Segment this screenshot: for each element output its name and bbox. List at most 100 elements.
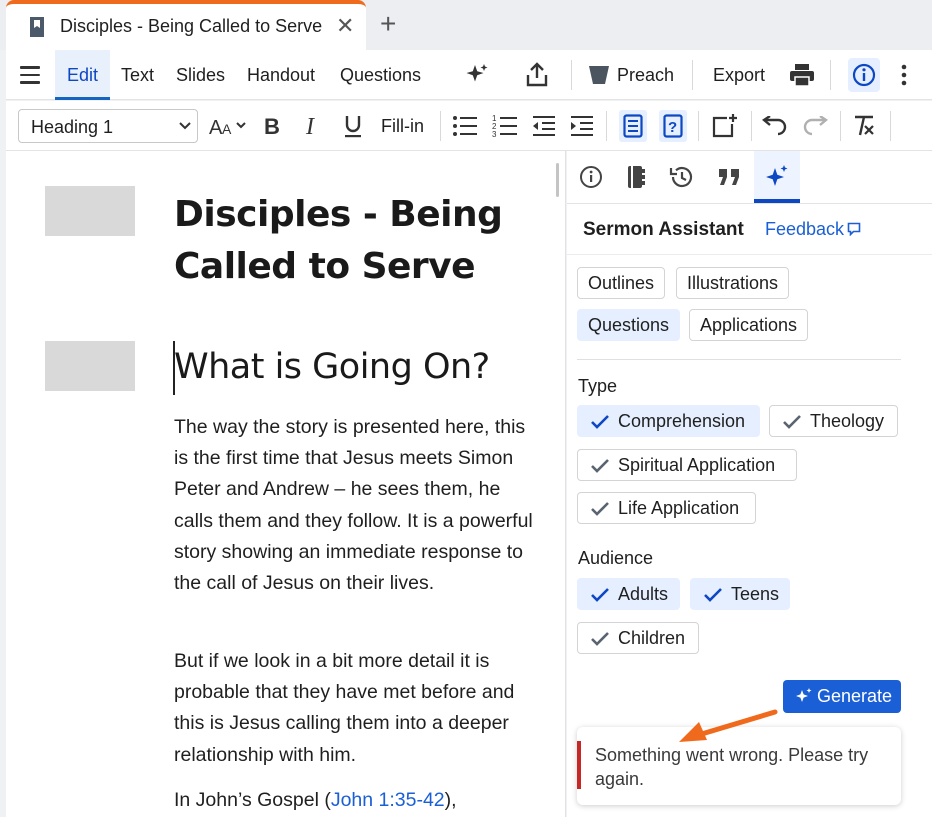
more-vertical-icon[interactable]: [900, 63, 908, 87]
svg-text:B: B: [264, 115, 280, 137]
paragraph-style-value: Heading 1: [31, 117, 114, 137]
check-icon: [591, 502, 609, 517]
error-text: Something went wrong. Please try again.: [595, 745, 869, 789]
scripture-link[interactable]: John 1:35-42: [331, 789, 445, 811]
menu-icon[interactable]: [20, 66, 40, 84]
check-icon: [591, 632, 609, 647]
undo-icon[interactable]: [762, 116, 788, 136]
document-title[interactable]: Disciples - Being Called to Serve: [174, 189, 514, 293]
document-tab[interactable]: Disciples - Being Called to Serve ✕: [6, 0, 366, 50]
tab-text[interactable]: Text: [121, 65, 154, 86]
redo-icon[interactable]: [802, 116, 828, 136]
chip-label: Teens: [731, 584, 780, 604]
audience-adults[interactable]: Adults: [577, 578, 680, 610]
check-icon: [591, 588, 609, 603]
export-button[interactable]: Export: [713, 65, 765, 86]
feedback-icon: [847, 222, 861, 237]
type-comprehension[interactable]: Comprehension: [577, 405, 760, 437]
divider: [606, 111, 607, 141]
slide-thumbnail-placeholder[interactable]: [45, 341, 135, 391]
tab-questions[interactable]: Questions: [340, 65, 421, 86]
feedback-label: Feedback: [765, 219, 845, 239]
insert-box-icon[interactable]: [712, 113, 738, 139]
italic-icon[interactable]: I: [304, 115, 322, 137]
bold-icon[interactable]: B: [264, 115, 282, 137]
pulpit-icon[interactable]: [588, 64, 610, 86]
generate-button[interactable]: Generate: [783, 680, 901, 713]
chip-label: Comprehension: [618, 411, 746, 431]
document-editor[interactable]: Disciples - Being Called to Serve What i…: [6, 151, 566, 817]
audience-children[interactable]: Children: [577, 622, 699, 654]
paragraph[interactable]: The way the story is presented here, thi…: [174, 412, 534, 599]
tab-edit[interactable]: Edit: [67, 65, 98, 86]
sparkle-tab-icon[interactable]: [763, 163, 791, 191]
history-icon[interactable]: [668, 163, 696, 191]
type-theology[interactable]: Theology: [769, 405, 898, 437]
print-icon[interactable]: [788, 63, 816, 87]
tab-slides[interactable]: Slides: [176, 65, 225, 86]
paragraph-style-select[interactable]: Heading 1: [18, 109, 198, 143]
divider: [571, 60, 572, 90]
divider: [830, 60, 831, 90]
chip-label: Children: [618, 628, 686, 648]
category-illustrations[interactable]: Illustrations: [676, 267, 790, 299]
sparkle-icon: [796, 688, 812, 702]
fill-in-button[interactable]: Fill-in: [381, 116, 424, 137]
svg-text:A: A: [209, 117, 223, 138]
outdent-icon[interactable]: [532, 114, 556, 138]
category-questions[interactable]: Questions: [577, 309, 681, 341]
svg-text:?: ?: [668, 119, 677, 136]
divider: [577, 359, 901, 360]
audience-teens[interactable]: Teens: [690, 578, 790, 610]
divider: [698, 111, 699, 141]
info-icon[interactable]: [852, 63, 876, 87]
chip-label: Life Application: [618, 498, 740, 518]
bulleted-list-icon[interactable]: [452, 114, 478, 138]
svg-text:I: I: [305, 115, 315, 137]
quote-icon[interactable]: [715, 163, 743, 191]
type-label: Type: [578, 376, 618, 396]
question-box-icon[interactable]: ?: [663, 114, 683, 138]
new-tab-button[interactable]: +: [380, 8, 396, 40]
sparkle-icon[interactable]: [464, 62, 490, 88]
annotation-arrow-icon: [679, 709, 778, 742]
svg-text:3: 3: [492, 130, 497, 139]
tab-title: Disciples - Being Called to Serve: [60, 16, 323, 36]
close-tab-icon[interactable]: ✕: [336, 13, 354, 39]
chevron-down-icon: [179, 122, 191, 130]
divider: [840, 111, 841, 141]
slide-thumbnail-placeholder[interactable]: [45, 186, 135, 236]
preach-button[interactable]: Preach: [617, 65, 674, 86]
tab-handout[interactable]: Handout: [247, 65, 315, 86]
underline-icon[interactable]: [343, 114, 363, 138]
check-icon: [704, 588, 722, 603]
section-heading[interactable]: What is Going On?: [174, 347, 490, 387]
category-applications[interactable]: Applications: [689, 309, 809, 341]
notebook-icon[interactable]: [622, 163, 650, 191]
info-panel-tab-icon[interactable]: [577, 163, 605, 191]
paragraph[interactable]: But if we look in a bit more detail it i…: [174, 646, 534, 771]
divider: [567, 203, 932, 204]
indent-icon[interactable]: [570, 114, 594, 138]
font-size-icon[interactable]: A A: [209, 114, 251, 138]
share-icon[interactable]: [525, 62, 549, 88]
paragraph-text: In John’s Gospel (: [174, 789, 331, 811]
main-toolbar: Edit Text Slides Handout Questions Preac…: [6, 50, 932, 100]
scrollbar-thumb[interactable]: [556, 163, 559, 197]
feedback-link[interactable]: Feedback: [765, 219, 861, 240]
paragraph[interactable]: In John’s Gospel (John 1:35-42),: [174, 785, 534, 816]
tab-strip: Disciples - Being Called to Serve ✕ +: [0, 0, 932, 50]
divider: [890, 111, 891, 141]
generate-label: Generate: [817, 686, 893, 706]
type-spiritual-application[interactable]: Spiritual Application: [577, 449, 797, 481]
type-life-application[interactable]: Life Application: [577, 492, 756, 524]
divider: [440, 111, 441, 141]
chip-label: Spiritual Application: [618, 455, 776, 475]
chip-label: Adults: [618, 584, 669, 604]
category-outlines[interactable]: Outlines: [577, 267, 666, 299]
clear-formatting-icon[interactable]: [853, 114, 875, 138]
chip-label: Theology: [810, 411, 885, 431]
document-view-icon[interactable]: [623, 114, 643, 138]
numbered-list-icon[interactable]: 1 2 3: [492, 113, 518, 139]
check-icon: [783, 415, 801, 430]
